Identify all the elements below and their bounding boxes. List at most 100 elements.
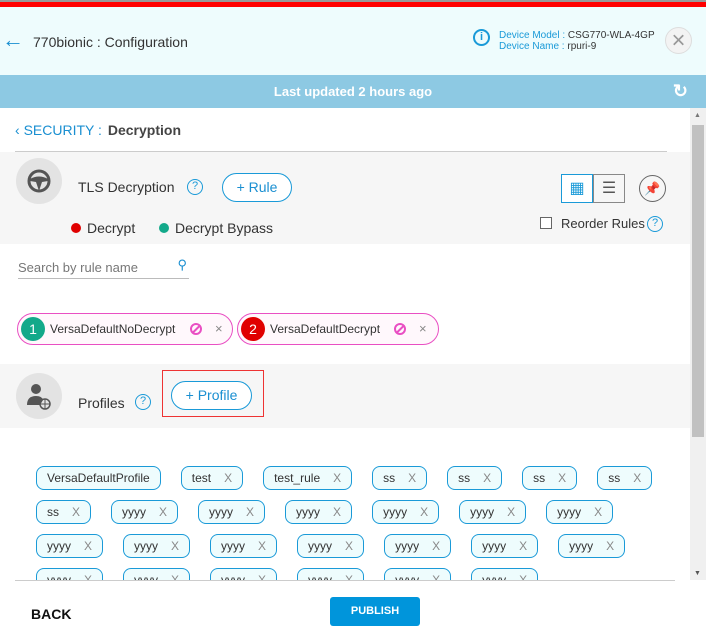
- legend-decrypt: Decrypt: [71, 220, 135, 236]
- remove-icon[interactable]: X: [345, 573, 353, 580]
- refresh-icon[interactable]: ↻: [673, 75, 688, 108]
- remove-icon[interactable]: X: [519, 573, 527, 580]
- profile-chip[interactable]: ss X: [522, 466, 578, 490]
- device-name-label: Device Name :: [499, 41, 565, 52]
- remove-icon[interactable]: X: [432, 573, 440, 580]
- remove-icon[interactable]: X: [159, 505, 167, 519]
- pin-icon[interactable]: 📌: [639, 175, 666, 202]
- remove-icon[interactable]: X: [432, 539, 440, 553]
- grid-view-button[interactable]: ▦: [561, 174, 593, 203]
- profile-chip[interactable]: ss X: [372, 466, 428, 490]
- remove-icon[interactable]: X: [84, 539, 92, 553]
- profile-chip[interactable]: yyyy X: [558, 534, 626, 558]
- add-rule-button[interactable]: + Rule: [222, 173, 292, 202]
- profile-chip[interactable]: yyyy X: [546, 500, 614, 524]
- profile-chip[interactable]: yyyy X: [384, 534, 452, 558]
- profile-chip[interactable]: yyyy X: [471, 534, 539, 558]
- profile-chip[interactable]: yyyy X: [210, 568, 278, 580]
- profile-chip[interactable]: test X: [180, 466, 244, 490]
- highlight-box: [162, 370, 264, 417]
- profile-chip[interactable]: test_rule X: [263, 466, 353, 490]
- remove-icon[interactable]: X: [333, 471, 341, 485]
- profile-chip[interactable]: yyyy X: [36, 534, 104, 558]
- remove-icon[interactable]: X: [224, 471, 232, 485]
- remove-icon[interactable]: X: [333, 505, 341, 519]
- scroll-down-icon[interactable]: ▼: [694, 570, 701, 577]
- profile-chip[interactable]: yyyy X: [111, 500, 179, 524]
- remove-icon[interactable]: X: [606, 539, 614, 553]
- remove-icon[interactable]: X: [72, 505, 80, 519]
- back-arrow-icon[interactable]: ←: [2, 29, 24, 51]
- profile-chip[interactable]: ss X: [447, 466, 503, 490]
- remove-icon[interactable]: X: [507, 505, 515, 519]
- footer-divider: [15, 580, 675, 581]
- remove-icon[interactable]: ×: [419, 314, 427, 344]
- tls-section: TLS Decryption ? + Rule ▦ ☰ 📌 Decrypt De…: [0, 152, 690, 244]
- reorder-rules-checkbox[interactable]: [540, 217, 552, 229]
- profile-name: yyyy: [308, 573, 333, 580]
- remove-icon[interactable]: X: [558, 471, 566, 485]
- remove-icon[interactable]: X: [519, 539, 527, 553]
- profile-chip[interactable]: yyyy X: [459, 500, 527, 524]
- rule-number: 1: [21, 317, 45, 341]
- back-button[interactable]: BACK: [31, 606, 71, 622]
- profile-chip[interactable]: yyyy X: [123, 568, 191, 580]
- remove-icon[interactable]: X: [258, 539, 266, 553]
- list-view-button[interactable]: ☰: [593, 174, 625, 203]
- help-icon[interactable]: ?: [187, 179, 203, 195]
- profile-chip[interactable]: yyyy X: [297, 534, 365, 558]
- remove-icon[interactable]: X: [633, 471, 641, 485]
- profile-name: yyyy: [221, 539, 246, 553]
- remove-icon[interactable]: X: [594, 505, 602, 519]
- device-model: CSG770-WLA-4GP: [567, 30, 655, 41]
- profile-chip[interactable]: yyyy X: [384, 568, 452, 580]
- profile-chip[interactable]: yyyy X: [471, 568, 539, 580]
- profile-name: yyyy: [122, 505, 147, 519]
- scroll-up-icon[interactable]: ▲: [694, 112, 701, 119]
- remove-icon[interactable]: ×: [215, 314, 223, 344]
- remove-icon[interactable]: X: [246, 505, 254, 519]
- profile-name: yyyy: [296, 505, 321, 519]
- scrollbar[interactable]: ▲ ▼: [690, 108, 706, 580]
- rule-chip[interactable]: 2 VersaDefaultDecrypt ×: [237, 313, 439, 345]
- remove-icon[interactable]: X: [258, 573, 266, 580]
- profile-name: yyyy: [482, 539, 507, 553]
- profile-chip[interactable]: yyyy X: [198, 500, 266, 524]
- profile-chip[interactable]: yyyy X: [285, 500, 353, 524]
- profile-chip[interactable]: yyyy X: [297, 568, 365, 580]
- profiles-title: Profiles: [78, 395, 125, 411]
- profile-chip[interactable]: ss X: [36, 500, 92, 524]
- remove-icon[interactable]: X: [420, 505, 428, 519]
- remove-icon[interactable]: X: [171, 539, 179, 553]
- profile-chip[interactable]: yyyy X: [210, 534, 278, 558]
- disable-icon[interactable]: [190, 323, 202, 335]
- reorder-help-icon[interactable]: ?: [647, 216, 663, 232]
- profile-name: yyyy: [47, 573, 71, 580]
- profile-chip[interactable]: yyyy X: [36, 568, 104, 580]
- profile-name: yyyy: [557, 505, 582, 519]
- remove-icon[interactable]: X: [345, 539, 353, 553]
- scrollbar-thumb[interactable]: [692, 125, 704, 437]
- remove-icon[interactable]: X: [408, 471, 416, 485]
- remove-icon[interactable]: X: [483, 471, 491, 485]
- disable-icon[interactable]: [394, 323, 406, 335]
- profile-chip[interactable]: yyyy X: [123, 534, 191, 558]
- profile-chip[interactable]: yyyy X: [372, 500, 440, 524]
- profile-name: yyyy: [47, 539, 71, 553]
- search-icon[interactable]: ⚲: [177, 257, 187, 273]
- profile-name: ss: [47, 505, 59, 519]
- profile-name: ss: [383, 471, 396, 485]
- info-icon[interactable]: i: [473, 29, 490, 46]
- help-icon[interactable]: ?: [135, 394, 151, 410]
- publish-button[interactable]: PUBLISH: [330, 597, 420, 626]
- profile-chip[interactable]: ss X: [597, 466, 653, 490]
- search-input[interactable]: Search by rule name ⚲: [18, 257, 189, 279]
- close-icon[interactable]: ×: [665, 27, 692, 54]
- rule-chip[interactable]: 1 VersaDefaultNoDecrypt ×: [17, 313, 233, 345]
- profile-name: ss: [458, 471, 471, 485]
- remove-icon[interactable]: X: [171, 573, 179, 580]
- profile-chip[interactable]: VersaDefaultProfile: [36, 466, 161, 490]
- breadcrumb-back[interactable]: ‹ SECURITY :: [15, 122, 102, 138]
- profile-name: VersaDefaultProfile: [47, 471, 150, 485]
- remove-icon[interactable]: X: [84, 573, 92, 580]
